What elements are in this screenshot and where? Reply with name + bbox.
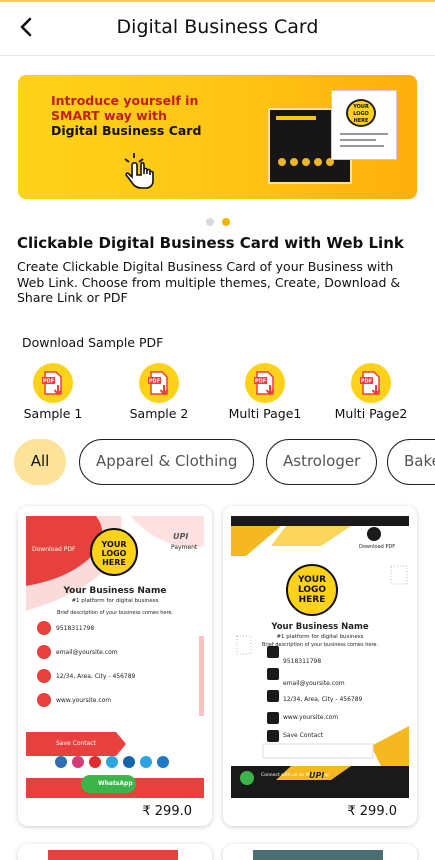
preview-dot bbox=[290, 158, 298, 166]
card2-save-contact: Save Contact bbox=[283, 732, 323, 739]
carousel-indicator bbox=[206, 211, 233, 230]
banner-logo: YOUR LOGO HERE bbox=[346, 99, 376, 127]
chip-apparel-clothing[interactable]: Apparel & Clothing bbox=[79, 439, 255, 485]
card2-download: Download PDF bbox=[359, 544, 396, 550]
svg-text:PDF: PDF bbox=[149, 379, 160, 385]
svg-text:PDF: PDF bbox=[361, 379, 372, 385]
pdf-download-icon: PDF bbox=[245, 363, 285, 403]
banner-line-3: Digital Business Card bbox=[51, 123, 202, 138]
card2-brand: UPI bbox=[309, 771, 325, 780]
card2-website: www.yoursite.com bbox=[283, 714, 339, 721]
top-bar: Digital Business Card bbox=[0, 0, 435, 56]
card-preview-red: Download PDF UPI Payment YOUR LOGO HERE … bbox=[26, 516, 204, 798]
preview-bar bbox=[276, 116, 316, 120]
card1-email: email@yoursite.com bbox=[56, 649, 118, 656]
card4-preview bbox=[253, 850, 383, 860]
sample-label: Multi Page2 bbox=[334, 406, 408, 421]
card-preview-yellow: Download PDF YOUR LOGO HERE Your Busines… bbox=[231, 516, 409, 798]
sample-pdf-3[interactable]: PDF Multi Page1 bbox=[220, 363, 310, 421]
card-template-4[interactable] bbox=[223, 844, 417, 860]
sample-label: Sample 1 bbox=[23, 406, 83, 421]
card1-name: Your Business Name bbox=[63, 586, 167, 596]
card2-brief: Brief description of your business comes… bbox=[261, 642, 379, 648]
sample-label: Multi Page1 bbox=[228, 406, 302, 421]
card1-logo: YOUR LOGO HERE bbox=[90, 528, 138, 576]
banner-text: Introduce yourself in SMART way with Dig… bbox=[51, 93, 201, 138]
chip-bake[interactable]: Bake bbox=[387, 439, 435, 485]
card1-download: Download PDF bbox=[32, 546, 76, 553]
preview-dot bbox=[302, 158, 310, 166]
carousel-dot[interactable] bbox=[206, 218, 214, 226]
card1-phone: 9518311798 bbox=[56, 625, 95, 632]
card-template-1[interactable]: Download PDF UPI Payment YOUR LOGO HERE … bbox=[18, 506, 212, 826]
chip-all[interactable]: All bbox=[14, 439, 66, 485]
card1-tagline: #1 platform for digital business bbox=[71, 598, 159, 604]
card2-phone: 9518311798 bbox=[283, 658, 322, 665]
sample-pdf-1[interactable]: PDF Sample 1 bbox=[8, 363, 98, 421]
section-description: Create Clickable Digital Business Card o… bbox=[17, 259, 401, 305]
promo-banner[interactable]: Introduce yourself in SMART way with Dig… bbox=[18, 75, 417, 199]
card2-price: ₹ 299.0 bbox=[347, 804, 397, 819]
preview-dot bbox=[278, 158, 286, 166]
preview-line bbox=[340, 145, 384, 147]
carousel-dot-active[interactable] bbox=[222, 218, 231, 226]
preview-dot bbox=[314, 158, 322, 166]
card2-address: 12/34, Area, City - 456789 bbox=[283, 696, 363, 703]
category-chips: All Apparel & Clothing Astrologer Bake bbox=[0, 439, 435, 487]
card1-brief: Brief description of your business comes… bbox=[56, 610, 174, 616]
pdf-download-icon: PDF bbox=[139, 363, 179, 403]
preview-line bbox=[340, 133, 388, 135]
pdf-download-icon: PDF bbox=[351, 363, 391, 403]
banner-line-2: SMART way with bbox=[51, 108, 167, 123]
card-template-2[interactable]: Download PDF YOUR LOGO HERE Your Busines… bbox=[223, 506, 417, 826]
card1-price: ₹ 299.0 bbox=[142, 804, 192, 819]
card3-preview bbox=[48, 850, 178, 860]
tap-hand-icon bbox=[124, 153, 154, 189]
card-yellow-background bbox=[231, 516, 409, 798]
card1-whatsapp: WhatsApp bbox=[98, 780, 133, 787]
card2-email: email@yoursite.com bbox=[283, 680, 345, 687]
chip-astrologer[interactable]: Astrologer bbox=[266, 439, 378, 485]
card2-name: Your Business Name bbox=[271, 622, 369, 632]
svg-text:PDF: PDF bbox=[43, 379, 54, 385]
card2-tagline: #1 platform for digital business bbox=[276, 634, 364, 640]
card1-brand: UPI bbox=[173, 532, 189, 541]
svg-text:PDF: PDF bbox=[255, 379, 266, 385]
pdf-download-icon: PDF bbox=[33, 363, 73, 403]
card1-payment: Payment bbox=[171, 544, 198, 551]
sample-pdf-2[interactable]: PDF Sample 2 bbox=[114, 363, 204, 421]
card1-address: 12/34, Area, City - 456789 bbox=[56, 673, 136, 680]
card2-logo: YOUR LOGO HERE bbox=[286, 564, 338, 616]
page-title: Digital Business Card bbox=[116, 16, 319, 38]
preview-line bbox=[340, 139, 376, 141]
card-template-3[interactable] bbox=[18, 844, 212, 860]
download-sample-title: Download Sample PDF bbox=[22, 335, 164, 350]
sample-label: Sample 2 bbox=[129, 406, 189, 421]
banner-line-1: Introduce yourself in bbox=[51, 93, 199, 108]
banner-white-card-preview: YOUR LOGO HERE bbox=[331, 90, 397, 160]
card1-save-contact: Save Contact bbox=[56, 740, 96, 747]
section-title: Clickable Digital Business Card with Web… bbox=[17, 234, 404, 252]
card1-website: www.yoursite.com bbox=[56, 697, 112, 704]
sample-pdf-4[interactable]: PDF Multi Page2 bbox=[326, 363, 416, 421]
